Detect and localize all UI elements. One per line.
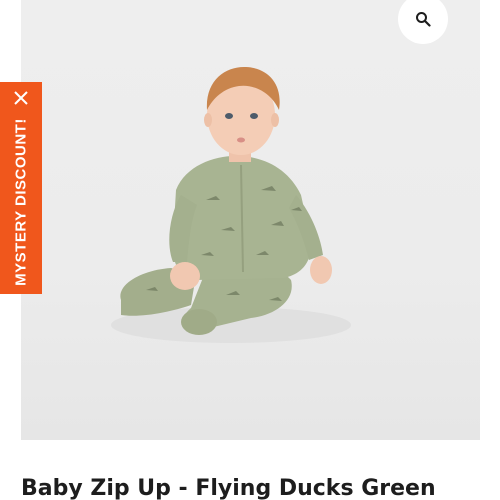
baby-photo xyxy=(111,66,351,343)
product-image[interactable] xyxy=(21,0,480,440)
search-icon xyxy=(416,12,431,27)
close-icon xyxy=(14,91,28,105)
mystery-discount-tab[interactable]: MYSTERY DISCOUNT! xyxy=(0,82,42,294)
discount-label[interactable]: MYSTERY DISCOUNT! xyxy=(13,118,30,286)
product-title: Baby Zip Up - Flying Ducks Green xyxy=(21,476,436,500)
discount-close-button[interactable] xyxy=(11,88,31,108)
product-page: MYSTERY DISCOUNT! Baby Zip Up - Flying D… xyxy=(0,0,500,500)
